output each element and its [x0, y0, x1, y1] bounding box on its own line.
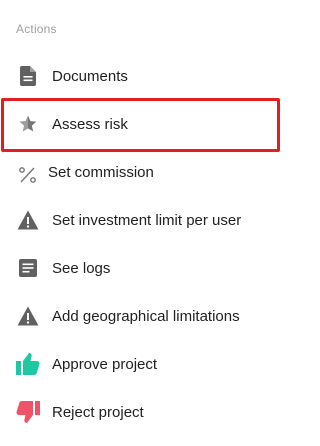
menu-item-label: See logs — [52, 259, 111, 277]
menu-item-label: Reject project — [52, 403, 144, 421]
percent-icon — [16, 160, 40, 184]
warning-icon — [16, 208, 40, 232]
thumbs-down-icon — [16, 400, 40, 424]
document-icon — [16, 64, 40, 88]
menu-item-label: Approve project — [52, 355, 158, 373]
menu-item-label: Set commission — [48, 163, 154, 181]
logs-icon — [16, 256, 40, 280]
actions-menu: Documents Assess risk Set commission Set… — [0, 52, 299, 436]
menu-item-label: Assess risk — [52, 115, 128, 133]
menu-item-add-geographical-limitations[interactable]: Add geographical limitations — [0, 292, 299, 340]
menu-item-label: Set investment limit per user — [52, 211, 242, 229]
menu-item-set-investment-limit[interactable]: Set investment limit per user — [0, 196, 299, 244]
menu-item-approve-project[interactable]: Approve project — [0, 340, 299, 388]
warning-icon — [16, 304, 40, 328]
menu-item-assess-risk[interactable]: Assess risk — [0, 100, 299, 148]
menu-item-label: Add geographical limitations — [52, 307, 240, 325]
thumbs-up-icon — [16, 352, 40, 376]
menu-item-set-commission[interactable]: Set commission — [0, 148, 299, 196]
star-icon — [16, 112, 40, 136]
menu-item-documents[interactable]: Documents — [0, 52, 299, 100]
menu-item-reject-project[interactable]: Reject project — [0, 388, 299, 436]
section-title: Actions — [16, 22, 57, 36]
menu-item-label: Documents — [52, 67, 128, 85]
menu-item-see-logs[interactable]: See logs — [0, 244, 299, 292]
